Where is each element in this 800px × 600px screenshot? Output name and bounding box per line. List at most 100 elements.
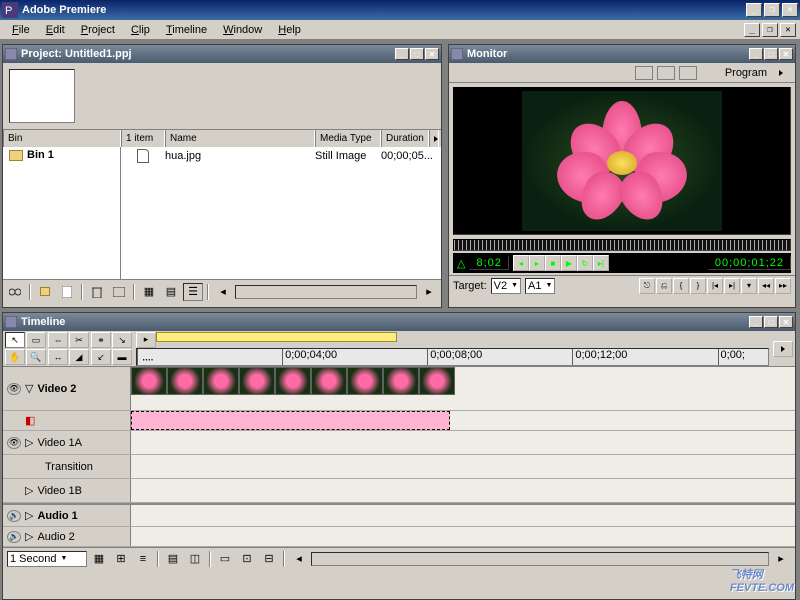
monitor-close-button[interactable]: ✕ bbox=[779, 48, 793, 60]
track-video2-alpha[interactable]: ◧ bbox=[3, 411, 795, 431]
program-menu-button[interactable] bbox=[771, 64, 791, 82]
menu-file[interactable]: File bbox=[4, 22, 38, 38]
zoom-tool[interactable]: 🔍 bbox=[26, 349, 46, 365]
tl-btn-7[interactable]: ⊡ bbox=[237, 550, 257, 568]
next-edit-button[interactable]: ▸| bbox=[724, 278, 740, 294]
tl-btn-5[interactable]: ◫ bbox=[185, 550, 205, 568]
frame-fwd-button[interactable]: ▸ bbox=[529, 255, 545, 271]
maximize-button[interactable]: ❐ bbox=[764, 3, 780, 17]
track-audio1[interactable]: 🔊 ▷ Audio 1 bbox=[3, 503, 795, 527]
track-transition[interactable]: Transition bbox=[3, 455, 795, 479]
timeline-titlebar[interactable]: Timeline _ □ ✕ bbox=[3, 313, 795, 331]
new-bin-button[interactable] bbox=[35, 283, 55, 301]
prev-edit-button[interactable]: |◂ bbox=[707, 278, 723, 294]
tl-btn-1[interactable]: ▦ bbox=[89, 550, 109, 568]
icon-view-button[interactable]: ▦ bbox=[139, 283, 159, 301]
col-bin[interactable]: Bin bbox=[3, 130, 121, 147]
timeline-menu-button[interactable] bbox=[773, 341, 793, 357]
tl-btn-2[interactable]: ⊞ bbox=[111, 550, 131, 568]
thumbnail-view-button[interactable]: ▤ bbox=[161, 283, 181, 301]
project-close-button[interactable]: ✕ bbox=[425, 48, 439, 60]
timeline-minimize-button[interactable]: _ bbox=[749, 316, 763, 328]
col-duration[interactable]: Duration bbox=[381, 130, 429, 147]
menu-help[interactable]: Help bbox=[270, 22, 309, 38]
work-area-bar[interactable] bbox=[156, 332, 397, 342]
project-minimize-button[interactable]: _ bbox=[395, 48, 409, 60]
rate-stretch-tool[interactable]: ↔ bbox=[48, 349, 68, 365]
mdi-close-button[interactable]: ✕ bbox=[780, 23, 796, 37]
scroll-right-button[interactable]: ▸ bbox=[419, 283, 439, 301]
menu-project[interactable]: Project bbox=[73, 22, 123, 38]
new-item-button[interactable] bbox=[57, 283, 77, 301]
monitor-view[interactable] bbox=[453, 87, 791, 235]
clear-button[interactable] bbox=[109, 283, 129, 301]
timeline-maximize-button[interactable]: □ bbox=[764, 316, 778, 328]
out-point-tool[interactable]: ↙ bbox=[91, 349, 111, 365]
menu-timeline[interactable]: Timeline bbox=[158, 22, 215, 38]
list-view-button[interactable]: ☰ bbox=[183, 283, 203, 301]
mark-out-button[interactable]: } bbox=[690, 278, 706, 294]
target-audio-dropdown[interactable]: A1▼ bbox=[525, 278, 555, 294]
fade-tool[interactable]: ◢ bbox=[69, 349, 89, 365]
alpha-clip[interactable] bbox=[131, 411, 450, 430]
monitor-titlebar[interactable]: Monitor _ □ ✕ bbox=[449, 45, 795, 63]
file-row[interactable]: hua.jpg Still Image 00;00;05... bbox=[121, 147, 441, 165]
scroll-left-button[interactable]: ◂ bbox=[213, 283, 233, 301]
visibility-toggle[interactable]: 👁 bbox=[7, 437, 21, 449]
monitor-layout-single-button[interactable] bbox=[635, 66, 653, 80]
col-media-type[interactable]: Media Type bbox=[315, 130, 381, 147]
selection-tool[interactable]: ↖ bbox=[5, 332, 25, 348]
audio-toggle[interactable]: 🔊 bbox=[7, 531, 21, 543]
target-video-dropdown[interactable]: V2▼ bbox=[491, 278, 521, 294]
work-area-start-button[interactable]: ▸ bbox=[136, 332, 156, 348]
razor-tool[interactable]: ✂ bbox=[69, 332, 89, 348]
audio-toggle[interactable]: 🔊 bbox=[7, 510, 21, 522]
add-marker-button[interactable]: ▾ bbox=[741, 278, 757, 294]
monitor-maximize-button[interactable]: □ bbox=[764, 48, 778, 60]
menu-window[interactable]: Window bbox=[215, 22, 270, 38]
goto-prev-marker-button[interactable]: ◂◂ bbox=[758, 278, 774, 294]
goto-next-marker-button[interactable]: ▸▸ bbox=[775, 278, 791, 294]
mdi-maximize-button[interactable]: ❐ bbox=[762, 23, 778, 37]
project-scrollbar[interactable] bbox=[235, 285, 417, 299]
link-tool[interactable]: ⚭ bbox=[91, 332, 111, 348]
project-titlebar[interactable]: Project: Untitled1.ppj _ □ ✕ bbox=[3, 45, 441, 63]
visibility-toggle[interactable]: 👁 bbox=[7, 383, 21, 395]
rolling-edit-tool[interactable]: ⇔ bbox=[48, 332, 68, 348]
mark-in-button[interactable]: { bbox=[673, 278, 689, 294]
tl-scroll-left-button[interactable]: ◂ bbox=[289, 550, 309, 568]
loop-button[interactable]: ↻ bbox=[577, 255, 593, 271]
play-in-out-button[interactable]: ▸| bbox=[593, 255, 609, 271]
in-point-tool[interactable]: ↘ bbox=[112, 332, 132, 348]
track-video1a[interactable]: 👁 ▷ Video 1A bbox=[3, 431, 795, 455]
tl-btn-6[interactable]: ▭ bbox=[215, 550, 235, 568]
tl-btn-8[interactable]: ⊟ bbox=[259, 550, 279, 568]
alpha-toggle[interactable]: ◧ bbox=[25, 414, 35, 427]
stop-button[interactable]: ■ bbox=[545, 255, 561, 271]
close-button[interactable]: ✕ bbox=[782, 3, 798, 17]
time-ruler[interactable]: ᠁ 0;00;04;00 0;00;08;00 0;00;12;00 0;00; bbox=[136, 348, 769, 366]
mdi-minimize-button[interactable]: _ bbox=[744, 23, 760, 37]
lift-button[interactable]: ⎋ bbox=[639, 278, 655, 294]
zoom-dropdown[interactable]: 1 Second▼ bbox=[7, 551, 87, 567]
track-audio2[interactable]: 🔊 ▷ Audio 2 bbox=[3, 527, 795, 547]
video-clip[interactable] bbox=[131, 367, 450, 410]
extract-button[interactable]: ⎌ bbox=[656, 278, 672, 294]
menu-clip[interactable]: Clip bbox=[123, 22, 158, 38]
track-video2[interactable]: 👁 ▽ Video 2 bbox=[3, 367, 795, 411]
bin-list[interactable]: Bin 1 bbox=[3, 147, 121, 279]
monitor-minimize-button[interactable]: _ bbox=[749, 48, 763, 60]
play-button[interactable]: ▶ bbox=[561, 255, 577, 271]
minimize-button[interactable]: _ bbox=[746, 3, 762, 17]
monitor-layout-trim-button[interactable] bbox=[679, 66, 697, 80]
find-button[interactable] bbox=[5, 283, 25, 301]
track-video1b[interactable]: ▷Video 1B bbox=[3, 479, 795, 503]
hand-tool[interactable]: ✋ bbox=[5, 349, 25, 365]
frame-back-button[interactable]: ◂ bbox=[513, 255, 529, 271]
range-select-tool[interactable]: ▭ bbox=[26, 332, 46, 348]
delete-button[interactable] bbox=[87, 283, 107, 301]
col-name[interactable]: Name bbox=[165, 130, 315, 147]
program-timecode[interactable]: 00;00;01;22 bbox=[708, 256, 791, 270]
project-maximize-button[interactable]: □ bbox=[410, 48, 424, 60]
file-list[interactable]: hua.jpg Still Image 00;00;05... bbox=[121, 147, 441, 279]
